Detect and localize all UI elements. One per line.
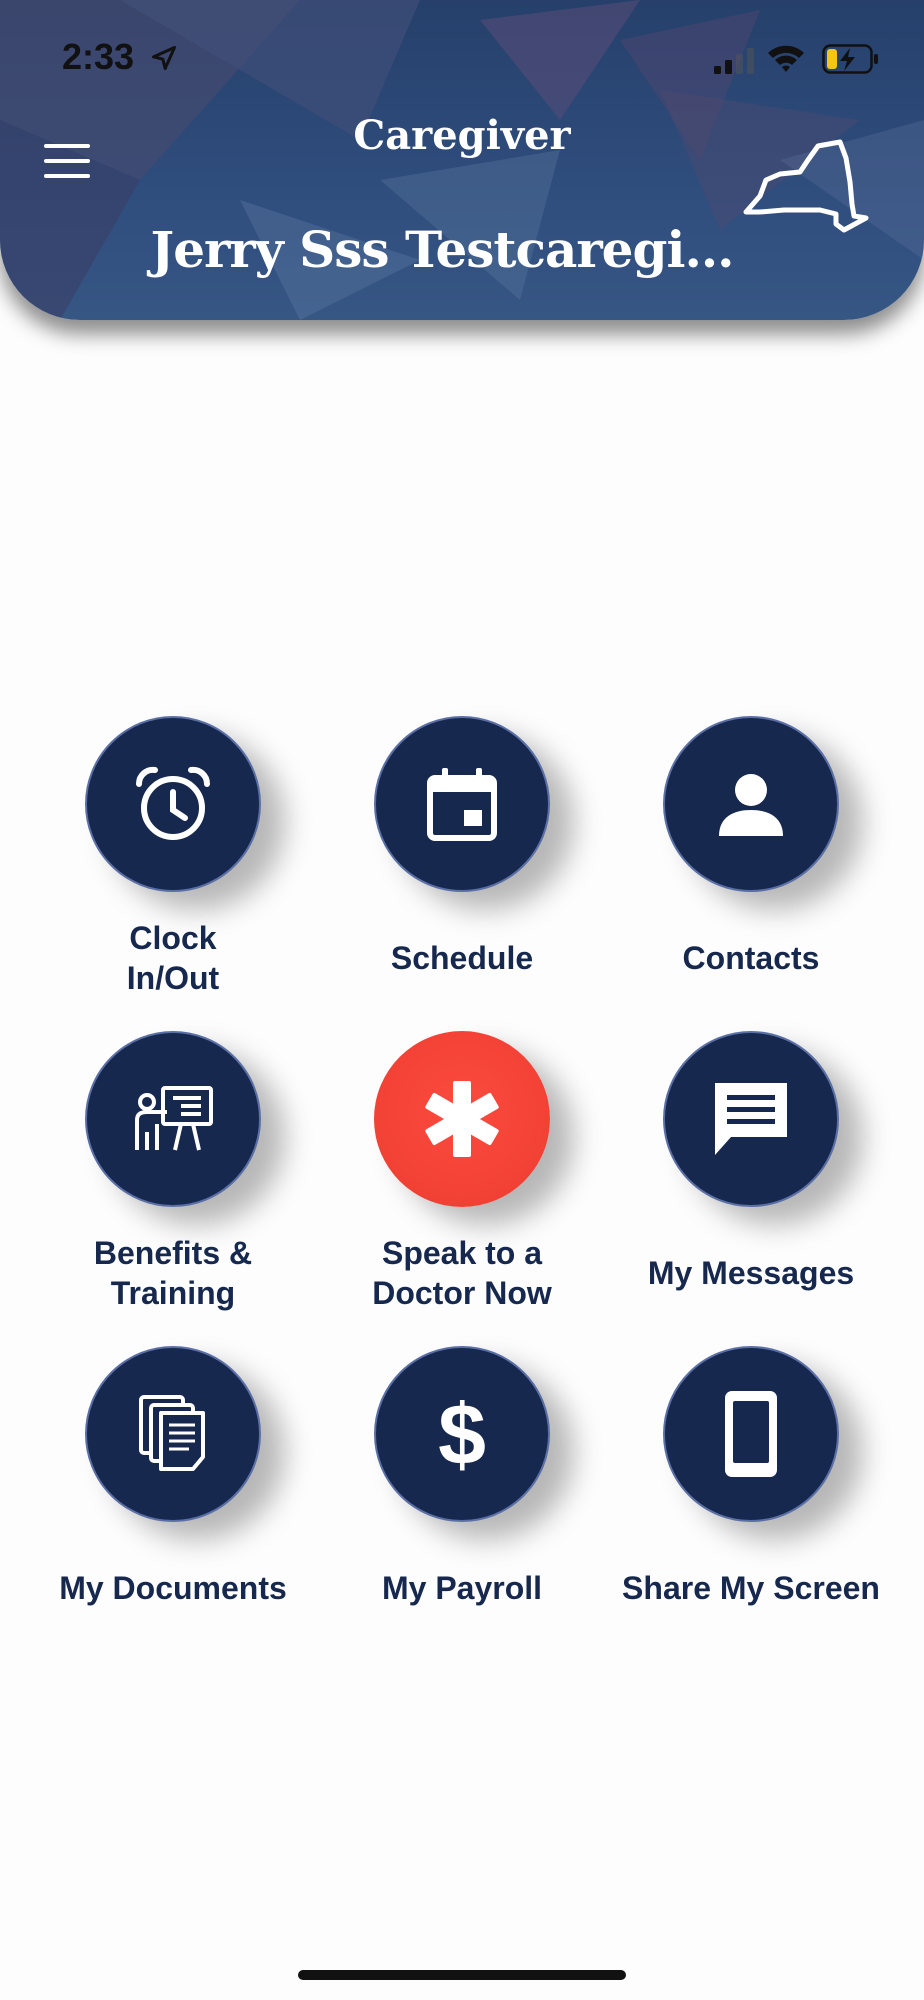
message-icon: [715, 1083, 787, 1155]
tile-label: Share My Screen: [622, 1570, 880, 1606]
tile-label-line2: Doctor Now: [372, 1275, 552, 1311]
speak-to-doctor-button[interactable]: [374, 1031, 550, 1207]
tile-label-line1: Benefits &: [93, 1235, 253, 1271]
tile-label: My Messages: [647, 1255, 855, 1291]
medical-asterisk-icon: [425, 1081, 499, 1157]
tile-my-documents[interactable]: My Documents: [23, 1346, 323, 1646]
my-documents-button[interactable]: [85, 1346, 261, 1522]
calendar-icon: [427, 768, 497, 841]
tile-label: Schedule: [390, 940, 534, 976]
contacts-button[interactable]: [663, 716, 839, 892]
svg-text:$: $: [438, 1389, 486, 1479]
my-messages-button[interactable]: [663, 1031, 839, 1207]
alarm-clock-icon: [135, 766, 211, 840]
person-icon: [719, 774, 783, 836]
tile-label: Speak to a Doctor Now: [312, 1233, 612, 1313]
benefits-training-button[interactable]: [85, 1031, 261, 1207]
tile-my-payroll[interactable]: $ My Payroll: [312, 1346, 612, 1646]
dollar-icon: $: [438, 1389, 486, 1479]
mobile-phone-icon: [725, 1391, 777, 1477]
tile-label-line2: Training: [110, 1275, 236, 1311]
my-payroll-button[interactable]: $: [374, 1346, 550, 1522]
tile-label-line2: In/Out: [126, 960, 220, 996]
share-my-screen-button[interactable]: [663, 1346, 839, 1522]
tile-label-line1: Clock: [129, 920, 217, 956]
tile-share-my-screen[interactable]: Share My Screen: [601, 1346, 901, 1646]
home-indicator[interactable]: [298, 1970, 626, 1980]
tile-label-line1: Speak to a: [381, 1235, 543, 1271]
tile-clock-in-out[interactable]: Clock In/Out: [23, 716, 323, 1016]
tile-label: My Payroll: [381, 1570, 543, 1606]
tile-speak-to-doctor[interactable]: Speak to a Doctor Now: [312, 1031, 612, 1331]
presentation-training-icon: [135, 1086, 213, 1151]
feature-grid: Clock In/Out Schedule Contacts Benefits …: [0, 0, 924, 2000]
tile-benefits-training[interactable]: Benefits & Training: [23, 1031, 323, 1331]
tile-label: Clock In/Out: [23, 918, 323, 998]
tile-label: My Documents: [59, 1570, 287, 1606]
tile-schedule[interactable]: Schedule: [312, 716, 612, 1016]
tile-label: Contacts: [682, 940, 820, 976]
tile-label: Benefits & Training: [23, 1233, 323, 1313]
schedule-button[interactable]: [374, 716, 550, 892]
clock-button[interactable]: [85, 716, 261, 892]
tile-contacts[interactable]: Contacts: [601, 716, 901, 1016]
documents-icon: [139, 1395, 205, 1471]
tile-my-messages[interactable]: My Messages: [601, 1031, 901, 1331]
